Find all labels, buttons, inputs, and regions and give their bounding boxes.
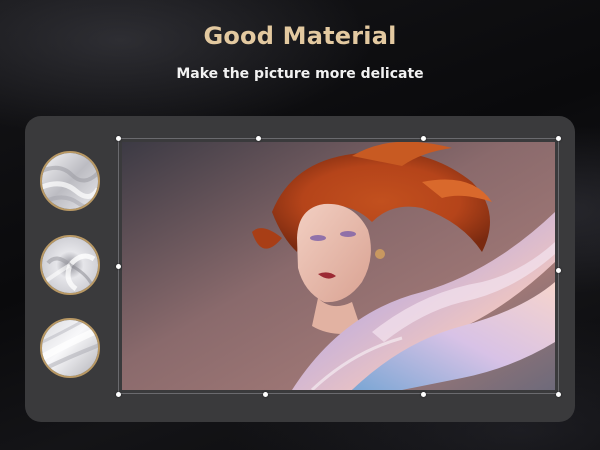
resize-handle-left-mid[interactable]: [116, 264, 121, 269]
resize-handle-top-2[interactable]: [421, 136, 426, 141]
resize-handle-top-1[interactable]: [256, 136, 261, 141]
fabric-fold-icon: [42, 320, 98, 376]
resize-handle-top-left[interactable]: [116, 136, 121, 141]
resize-handle-bottom-1[interactable]: [263, 392, 268, 397]
resize-handle-bottom-left[interactable]: [116, 392, 121, 397]
resize-handle-bottom-2[interactable]: [421, 392, 426, 397]
edited-photo[interactable]: [122, 142, 555, 390]
fabric-swirl-icon: [42, 237, 98, 293]
resize-handle-right-mid[interactable]: [556, 268, 561, 273]
page-subtitle: Make the picture more delicate: [176, 66, 424, 82]
material-swatch-3[interactable]: [40, 318, 100, 378]
portrait-image: [122, 142, 555, 390]
material-swatch-1[interactable]: [40, 151, 100, 211]
material-swatch-2[interactable]: [40, 235, 100, 295]
fabric-drape-icon: [42, 153, 98, 209]
resize-handle-bottom-right[interactable]: [556, 392, 561, 397]
resize-handle-top-right[interactable]: [556, 136, 561, 141]
page-title: Good Material: [203, 22, 397, 50]
promo-page: Good Material Make the picture more deli…: [0, 0, 600, 450]
